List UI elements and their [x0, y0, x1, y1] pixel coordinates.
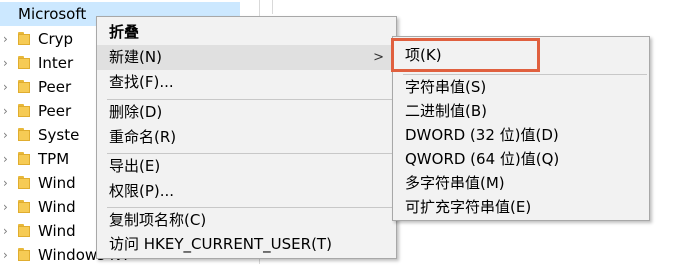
menu-item-label: 字符串值(S)	[405, 78, 487, 96]
chevron-right-icon[interactable]: ›	[3, 153, 13, 165]
chevron-right-icon: >	[373, 50, 384, 65]
menu-item-rename[interactable]: 重命名(R)	[97, 125, 396, 150]
tree-item-label: Microsoft	[18, 5, 87, 23]
menu-item-find[interactable]: 查找(F)...	[97, 70, 396, 95]
tree-item-label: TPM	[38, 150, 70, 168]
menu-item-label: 二进制值(B)	[405, 102, 487, 120]
chevron-right-icon[interactable]: ›	[3, 81, 13, 93]
menu-item-permissions[interactable]: 权限(P)...	[97, 179, 396, 204]
menu-item-label: 导出(E)	[109, 157, 161, 175]
chevron-right-icon[interactable]: ›	[3, 33, 13, 45]
menu-item-label: 权限(P)...	[109, 182, 175, 200]
folder-icon	[18, 56, 30, 69]
tree-item-label: Peer	[38, 78, 72, 96]
menu-item-label: 多字符串值(M)	[405, 174, 505, 192]
chevron-right-icon[interactable]: ›	[3, 249, 13, 261]
submenu-item-dword-value[interactable]: DWORD (32 位)值(D)	[393, 123, 649, 148]
tree-item-label: Cryp	[38, 30, 74, 48]
chevron-right-icon[interactable]: ›	[3, 201, 13, 213]
menu-item-label: 折叠	[109, 23, 140, 41]
folder-icon	[18, 152, 30, 165]
menu-item-collapse[interactable]: 折叠	[97, 20, 396, 45]
menu-item-label: 可扩充字符串值(E)	[405, 198, 532, 216]
submenu-item-qword-value[interactable]: QWORD (64 位)值(Q)	[393, 147, 649, 172]
folder-icon	[18, 224, 30, 237]
menu-item-copy-key-name[interactable]: 复制项名称(C)	[97, 208, 396, 233]
tree-item-label: Inter	[38, 54, 74, 72]
folder-icon	[18, 128, 30, 141]
folder-icon	[18, 80, 30, 93]
menu-item-export[interactable]: 导出(E)	[97, 154, 396, 179]
annotation-highlight-box	[391, 38, 540, 72]
tree-item-label: Peer	[38, 102, 72, 120]
folder-icon	[18, 176, 30, 189]
chevron-right-icon[interactable]: ›	[3, 57, 13, 69]
menu-item-delete[interactable]: 删除(D)	[97, 100, 396, 125]
menu-item-label: QWORD (64 位)值(Q)	[405, 150, 560, 168]
column-divider	[272, 0, 273, 14]
submenu-item-string-value[interactable]: 字符串值(S)	[393, 75, 649, 100]
submenu-item-multi-string-value[interactable]: 多字符串值(M)	[393, 171, 649, 196]
folder-icon	[18, 104, 30, 117]
menu-item-goto-hkcu[interactable]: 访问 HKEY_CURRENT_USER(T)	[97, 232, 396, 257]
menu-item-label: 查找(F)...	[109, 73, 174, 91]
menu-item-label: DWORD (32 位)值(D)	[405, 126, 559, 144]
menu-item-label: 访问 HKEY_CURRENT_USER(T)	[109, 235, 332, 253]
chevron-right-icon[interactable]: ›	[3, 177, 13, 189]
menu-item-label: 重命名(R)	[109, 128, 177, 146]
chevron-right-icon[interactable]: ›	[3, 225, 13, 237]
chevron-right-icon[interactable]: ›	[3, 105, 13, 117]
menu-item-label: 复制项名称(C)	[109, 211, 207, 229]
tree-item-label: Syste	[38, 126, 80, 144]
menu-item-label: 新建(N)	[109, 48, 162, 66]
tree-item-label: Wind	[38, 198, 76, 216]
folder-icon	[18, 32, 30, 45]
chevron-right-icon[interactable]: ›	[3, 129, 13, 141]
tree-item-label: Wind	[38, 222, 76, 240]
submenu-item-expandable-string-value[interactable]: 可扩充字符串值(E)	[393, 195, 649, 220]
folder-icon	[18, 200, 30, 213]
tree-item-label: Wind	[38, 174, 76, 192]
folder-icon	[18, 248, 30, 261]
menu-item-label: 删除(D)	[109, 103, 163, 121]
menu-item-new[interactable]: 新建(N) >	[97, 45, 396, 70]
submenu-item-binary-value[interactable]: 二进制值(B)	[393, 99, 649, 124]
context-menu: 折叠 新建(N) > 查找(F)... 删除(D) 重命名(R) 导出(E) 权…	[96, 16, 397, 259]
